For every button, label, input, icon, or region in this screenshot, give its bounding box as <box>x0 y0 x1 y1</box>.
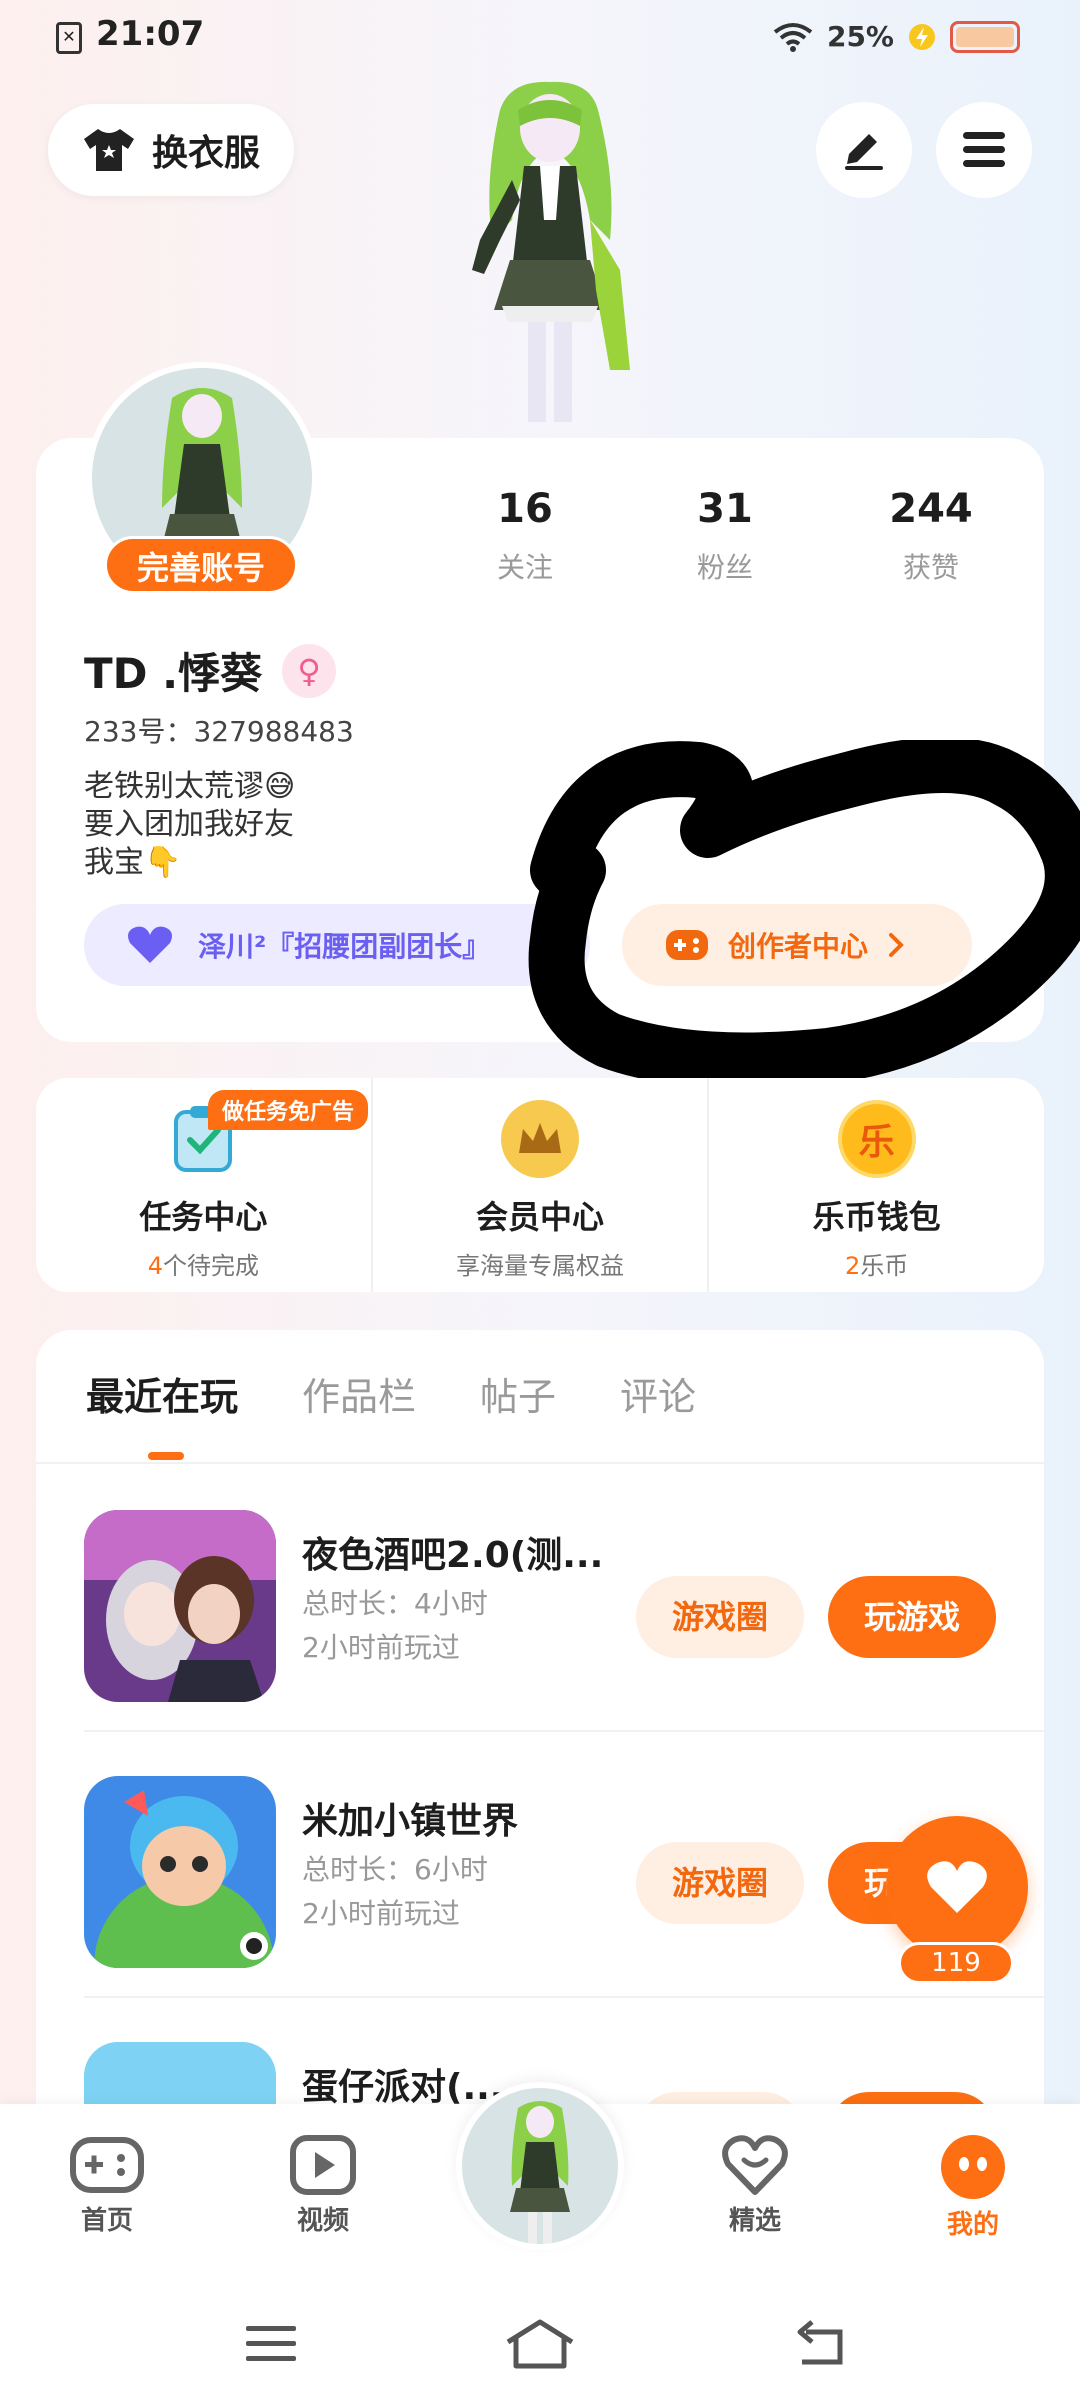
change-outfit-label: 换衣服 <box>151 133 260 174</box>
username-row: TD .悸葵 ♀ <box>84 640 337 701</box>
sim-icon: ✕ <box>56 22 82 54</box>
followers-label: 粉丝 <box>696 551 753 584</box>
tab-recent[interactable]: 最近在玩 <box>86 1366 238 1421</box>
game-row[interactable]: 夜色酒吧2.0(测... 总时长：4小时 2小时前玩过 游戏圈 玩游戏 <box>84 1466 1044 1732</box>
ad-free-tag: 做任务免广告 <box>208 1090 369 1130</box>
heart-smile-icon <box>722 2135 788 2195</box>
task-center-subtitle: 4个待完成 <box>147 1252 259 1280</box>
game-thumbnail[interactable] <box>84 2042 276 2108</box>
nav-video-label: 视频 <box>296 2206 349 2236</box>
group-badge[interactable]: 泽川²『招腰团副团长』 <box>84 904 590 986</box>
tab-comments[interactable]: 评论 <box>620 1366 696 1421</box>
divider <box>36 1462 1044 1464</box>
bio: 老铁别太荒谬😅 要入团加我好友 我宝👇 <box>84 768 295 882</box>
game-title: 蛋仔派对(... <box>302 2067 504 2108</box>
group-label: 泽川²『招腰团副团长』 <box>198 930 491 963</box>
game-last-played: 2小时前玩过 <box>302 1897 460 1930</box>
bio-line: 我宝👇 <box>84 845 182 880</box>
nav-home[interactable]: 首页 <box>52 2134 162 2237</box>
heart-icon <box>927 1861 987 1913</box>
services-card: 任务中心 4个待完成 会员中心 享海量专属权益 乐 乐币钱包 2乐币 <box>36 1078 1044 1292</box>
status-icons: 25% <box>773 20 1020 53</box>
game-circle-button[interactable]: 游戏圈 <box>636 1576 804 1658</box>
crown-icon <box>501 1100 579 1178</box>
nav-mine[interactable]: 我的 <box>918 2134 1028 2241</box>
status-time: 21:07 <box>96 14 205 54</box>
bio-line: 要入团加我好友 <box>84 807 294 842</box>
likes-count: 244 <box>889 486 973 532</box>
video-play-icon <box>290 2135 356 2195</box>
play-game-button[interactable]: 玩游戏 <box>828 1576 996 1658</box>
game-last-played: 2小时前玩过 <box>302 1631 460 1664</box>
nav-featured-label: 精选 <box>728 2206 781 2236</box>
edit-button[interactable] <box>816 102 912 198</box>
game-meta: 总时长：6小时 2小时前玩过 <box>302 1848 488 1936</box>
nav-center-avatar[interactable] <box>456 2082 624 2250</box>
menu-button[interactable] <box>936 102 1032 198</box>
nav-mine-label: 我的 <box>946 2210 999 2240</box>
shirt-icon <box>83 129 134 171</box>
tab-indicator <box>148 1452 184 1460</box>
content-tabs: 最近在玩 作品栏 帖子 评论 <box>86 1366 696 1421</box>
likes-label: 获赞 <box>902 551 959 584</box>
following-label: 关注 <box>496 551 553 584</box>
floating-like-button[interactable] <box>886 1816 1028 1958</box>
avatar-figure-image <box>510 2101 570 2244</box>
gamepad-icon <box>70 2137 144 2193</box>
game-title: 米加小镇世界 <box>302 1801 519 1842</box>
username: TD .悸葵 <box>84 649 263 698</box>
bio-line: 老铁别太荒谬😅 <box>84 769 296 804</box>
tab-posts[interactable]: 帖子 <box>480 1366 556 1421</box>
game-duration: 总时长：4小时 <box>302 1587 488 1620</box>
stat-followers[interactable]: 31 粉丝 <box>650 486 800 586</box>
battery-percent: 25% <box>826 20 894 53</box>
tab-works[interactable]: 作品栏 <box>302 1366 416 1421</box>
female-gender-icon: ♀ <box>282 643 337 698</box>
change-outfit-button[interactable]: 换衣服 <box>48 104 294 196</box>
game-meta: 总时长：4小时 2小时前玩过 <box>302 1582 488 1670</box>
nav-home-label: 首页 <box>80 2206 133 2236</box>
coin-wallet-title: 乐币钱包 <box>812 1198 941 1236</box>
vip-center[interactable]: 会员中心 享海量专属权益 <box>370 1078 708 1292</box>
game-thumbnail[interactable] <box>84 1776 276 1968</box>
pen-icon <box>845 134 883 170</box>
battery-icon <box>950 20 1020 53</box>
stat-following[interactable]: 16 关注 <box>450 486 600 586</box>
wifi-icon <box>773 22 813 52</box>
profile-face-icon <box>941 2135 1005 2199</box>
scribble-annotation <box>528 740 1080 1080</box>
nav-featured[interactable]: 精选 <box>700 2134 810 2237</box>
coin-wallet[interactable]: 乐 乐币钱包 2乐币 <box>707 1078 1044 1292</box>
vip-center-title: 会员中心 <box>476 1198 605 1236</box>
game-title: 夜色酒吧2.0(测... <box>302 1535 604 1576</box>
complete-account-badge[interactable]: 完善账号 <box>104 536 298 594</box>
coin-wallet-subtitle: 2乐币 <box>845 1252 909 1280</box>
nav-video[interactable]: 视频 <box>268 2134 378 2237</box>
avatar-character-image[interactable] <box>420 70 680 440</box>
game-duration: 总时长：6小时 <box>302 1853 488 1886</box>
game-circle-button[interactable]: 游戏圈 <box>636 1842 804 1924</box>
following-count: 16 <box>497 486 553 532</box>
task-center-title: 任务中心 <box>139 1198 268 1236</box>
followers-count: 31 <box>697 486 753 532</box>
heart-icon <box>128 926 172 963</box>
vip-center-subtitle: 享海量专属权益 <box>456 1252 624 1280</box>
stat-likes[interactable]: 244 获赞 <box>856 486 1006 586</box>
user-id: 233号：327988483 <box>84 715 354 748</box>
floating-like-count: 119 <box>898 1942 1014 1984</box>
charging-icon <box>909 23 935 50</box>
game-thumbnail[interactable] <box>84 1510 276 1702</box>
recent-apps-icon[interactable] <box>244 2322 298 2366</box>
coin-icon: 乐 <box>837 1100 916 1178</box>
home-icon[interactable] <box>504 2318 576 2370</box>
back-icon[interactable] <box>792 2320 848 2368</box>
menu-icon <box>963 132 1005 167</box>
